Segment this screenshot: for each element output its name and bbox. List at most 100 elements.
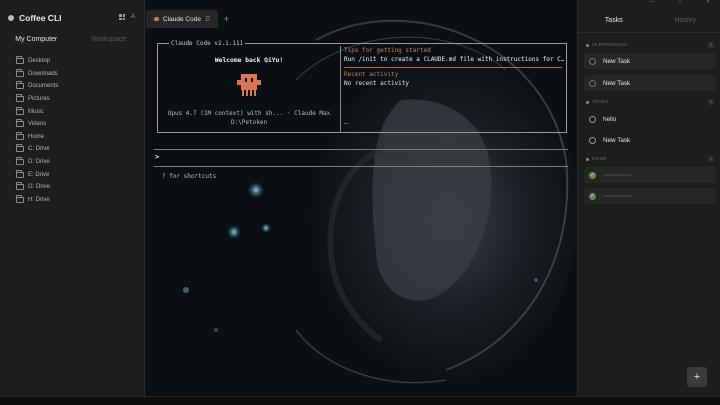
tasks-panel: Tasks History IN PROGRESS 2 New Task New… (577, 0, 720, 396)
tab-label: Claude Code (163, 15, 201, 23)
maximize-icon[interactable]: □ (676, 0, 684, 5)
sidebar-item-label: Desktop (28, 58, 51, 65)
section-label: IN PROGRESS (592, 43, 628, 48)
sidebar-item-label: Videos (28, 121, 47, 128)
chevron-right-icon: › (8, 83, 10, 90)
sidebar-item-label: C: Drive (28, 146, 50, 153)
chevron-right-icon: › (8, 196, 10, 203)
sidebar-tabs: My Computer Workspace (0, 32, 145, 48)
font-size-icon[interactable]: A (131, 14, 135, 20)
tab-my-computer[interactable]: My Computer (0, 32, 73, 48)
shortcuts-hint: ? for shortcuts (162, 173, 217, 180)
chevron-right-icon: › (8, 133, 10, 140)
chevron-right-icon: › (8, 70, 10, 77)
bullet-icon (586, 44, 589, 47)
chevron-right-icon: › (8, 108, 10, 115)
sidebar-item-c-drive[interactable]: › C: Drive (8, 143, 58, 156)
prompt-border-bottom (154, 166, 568, 167)
bullet-icon (586, 158, 589, 161)
progress-circle-icon[interactable] (589, 79, 596, 87)
recent-text: No recent activity (344, 80, 410, 87)
terminal-area: Claude Code ☰ + Claude Code v2.1.111 Wel… (146, 0, 576, 396)
sidebar-item-d-drive[interactable]: › D: Drive (8, 156, 58, 169)
section-rule (344, 67, 562, 68)
task-item[interactable]: New Task (584, 132, 716, 148)
minimize-icon[interactable]: — (648, 0, 656, 5)
working-directory: D:\Petoken (230, 119, 268, 126)
sidebar-item-downloads[interactable]: › Downloads (8, 68, 58, 81)
section-in-progress[interactable]: IN PROGRESS 2 (586, 42, 714, 48)
model-info: Opus 4.7 (1M context) with sh... · Claud… (167, 110, 331, 117)
chevron-right-icon: › (8, 159, 10, 166)
grid-view-icon[interactable] (119, 14, 125, 20)
file-sidebar: Coffee CLI A My Computer Workspace › Desk… (0, 0, 145, 396)
section-done[interactable]: DONE 2 (586, 156, 714, 162)
faded-task-label (603, 195, 631, 197)
task-label: New Task (603, 136, 631, 144)
task-label: New Task (603, 57, 631, 65)
sidebar-item-music[interactable]: › Music (8, 105, 58, 118)
new-tab-button[interactable]: + (218, 10, 234, 28)
sidebar-item-pictures[interactable]: › Pictures (8, 93, 58, 106)
chevron-right-icon: › (8, 171, 10, 178)
drive-icon (16, 194, 24, 203)
check-icon[interactable]: ✓ (589, 171, 596, 179)
chevron-right-icon: › (8, 58, 10, 65)
tab-menu-icon[interactable]: ☰ (205, 16, 210, 23)
version-title: Claude Code v2.1.111 (169, 40, 246, 47)
drive-icon (16, 169, 24, 178)
claude-icon (154, 17, 159, 21)
task-label: hello (603, 115, 617, 123)
sidebar-item-g-drive[interactable]: › G: Drive (8, 181, 58, 194)
sidebar-item-desktop[interactable]: › Desktop (8, 55, 58, 68)
task-item-done[interactable]: ✓ (584, 188, 716, 204)
task-item-done[interactable]: ✓ (584, 167, 716, 183)
sidebar-item-e-drive[interactable]: › E: Drive (8, 168, 58, 181)
folder-icon (16, 56, 24, 65)
task-label: New Task (603, 79, 631, 87)
checkbox-circle-icon[interactable] (589, 136, 596, 144)
drive-icon (16, 182, 24, 191)
sidebar-item-label: D: Drive (28, 159, 50, 166)
folder-icon (16, 68, 24, 77)
task-item[interactable]: New Task (584, 53, 716, 69)
tasks-tabs: Tasks History (578, 12, 720, 30)
folder-icon (16, 81, 24, 90)
folder-icon (16, 106, 24, 115)
divider (578, 32, 720, 33)
add-task-button[interactable]: + (687, 367, 707, 387)
task-item[interactable]: hello (584, 111, 716, 127)
prompt-input[interactable]: > (155, 153, 159, 161)
claude-mascot-icon (237, 74, 261, 96)
sidebar-item-label: Documents (28, 83, 59, 90)
tab-claude-code[interactable]: Claude Code ☰ (146, 10, 219, 28)
sidebar-item-label: Home (28, 133, 45, 140)
window-controls: — □ ✕ (648, 0, 712, 6)
terminal-output[interactable]: Claude Code v2.1.111 Welcome back QiYu! … (146, 28, 576, 396)
chevron-right-icon: › (8, 184, 10, 191)
progress-circle-icon[interactable] (589, 57, 596, 65)
tips-text: Run /init to create a CLAUDE.md file wit… (344, 56, 565, 63)
box-divider (340, 46, 341, 132)
welcome-box: Claude Code v2.1.111 Welcome back QiYu! … (157, 40, 567, 133)
task-item[interactable]: New Task (584, 75, 716, 91)
sidebar-item-label: G: Drive (28, 184, 51, 191)
checkbox-circle-icon[interactable] (589, 115, 596, 123)
sidebar-item-home[interactable]: › Home (8, 131, 58, 144)
chevron-right-icon: › (8, 96, 10, 103)
tab-tasks[interactable]: Tasks (578, 12, 650, 30)
terminal-tabbar: Claude Code ☰ + (146, 10, 576, 28)
tab-history[interactable]: History (650, 12, 720, 30)
folder-icon (16, 131, 24, 140)
bullet-icon (586, 101, 589, 104)
sidebar-item-h-drive[interactable]: › H: Drive (8, 194, 58, 207)
check-icon[interactable]: ✓ (589, 192, 596, 200)
close-icon[interactable]: ✕ (704, 0, 712, 5)
folder-icon (16, 94, 24, 103)
tab-workspace[interactable]: Workspace (73, 32, 146, 48)
folder-icon (16, 119, 24, 128)
sidebar-item-videos[interactable]: › Videos (8, 118, 58, 131)
tips-heading: Tips for getting started (344, 47, 431, 54)
sidebar-item-documents[interactable]: › Documents (8, 80, 58, 93)
section-todo[interactable]: TO-DO 2 (586, 99, 714, 105)
